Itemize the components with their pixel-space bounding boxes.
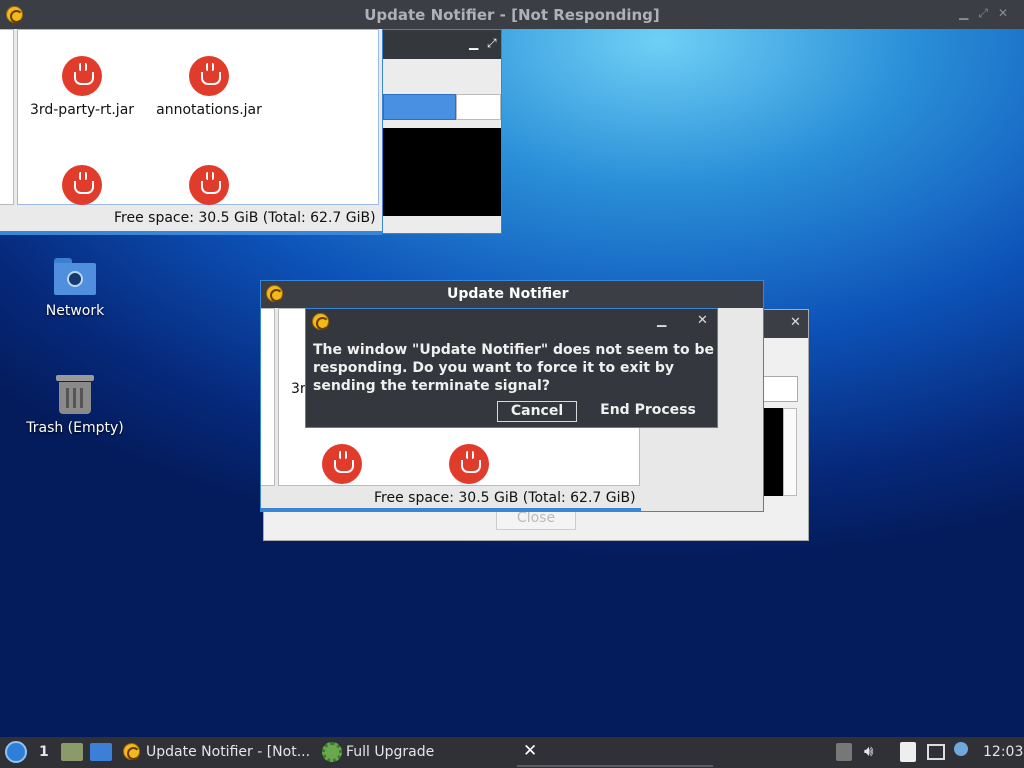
taskbar-item-label: Update Notifier - [Not... [146, 744, 311, 760]
maximize-icon[interactable]: ⤢ [487, 36, 497, 51]
file-list-pane[interactable]: 3rd-party-rt.jar annotations.jar [17, 29, 379, 205]
close-icon[interactable]: ✕ [998, 6, 1018, 20]
minimize-icon[interactable]: ▁ [657, 313, 666, 327]
update-notifier-icon [266, 285, 283, 302]
window-controls[interactable]: ▁⤢✕ [959, 6, 1018, 21]
start-menu-icon[interactable] [5, 741, 27, 763]
text-field[interactable] [762, 376, 798, 402]
close-icon[interactable]: ✕ [697, 313, 708, 328]
window-edge [261, 508, 641, 511]
taskbar-item-update-notifier[interactable]: Update Notifier - [Not... [117, 737, 313, 768]
side-pane [261, 308, 275, 486]
side-pane [0, 29, 14, 205]
update-notifier-icon [123, 743, 140, 760]
free-space-status: Free space: 30.5 GiB (Total: 62.7 GiB) [374, 490, 636, 506]
cancel-button[interactable]: Cancel [497, 401, 577, 422]
close-icon[interactable]: ✕ [523, 741, 537, 761]
tray-arrow-icon[interactable] [836, 743, 852, 761]
scrollbar[interactable] [783, 408, 797, 496]
maximize-icon[interactable]: ⤢ [978, 6, 998, 20]
network-folder-icon[interactable] [54, 258, 96, 296]
show-desktop-icon[interactable] [90, 743, 112, 761]
progress-bar-track [456, 94, 501, 120]
file-manager-launcher-icon[interactable] [61, 743, 83, 761]
upgrade-window-partial: ▁ ⤢ [382, 29, 502, 234]
java-jar-icon[interactable] [322, 444, 362, 484]
notifier-titlebar[interactable]: Update Notifier [261, 281, 763, 308]
file-manager-window: 3rd-party-rt.jar annotations.jar Free sp… [0, 29, 382, 235]
java-jar-icon[interactable] [189, 56, 229, 96]
file-label[interactable]: 3r [291, 381, 306, 397]
clock[interactable]: 12:03 [983, 744, 1023, 760]
terminal-output[interactable] [383, 128, 501, 216]
java-jar-icon[interactable] [62, 165, 102, 205]
trash-label[interactable]: Trash (Empty) [15, 420, 135, 436]
minimize-icon[interactable]: ▁ [959, 6, 978, 20]
taskbar-item-full-upgrade[interactable]: Full Upgrade [318, 737, 438, 768]
java-jar-icon[interactable] [62, 56, 102, 96]
taskbar-item-active[interactable]: ✕ [517, 739, 713, 767]
java-jar-icon[interactable] [449, 444, 489, 484]
free-space-status: Free space: 30.5 GiB (Total: 62.7 GiB) [114, 210, 376, 226]
network-label[interactable]: Network [25, 303, 125, 319]
update-available-icon[interactable] [954, 742, 968, 756]
taskbar: 1 Update Notifier - [Not... Full Upgrade… [0, 737, 1024, 768]
volume-icon[interactable]: 🔊︎ [864, 742, 873, 760]
minimize-icon[interactable]: ▁ [469, 36, 478, 50]
network-status-icon[interactable] [927, 744, 945, 760]
window-title: Update Notifier - [Not Responding] [364, 6, 660, 24]
end-process-button[interactable]: End Process [588, 401, 708, 422]
trash-icon[interactable] [56, 373, 94, 415]
workspace-switcher[interactable]: 1 [39, 744, 49, 760]
progress-bar-fill [383, 94, 456, 120]
notifier-title: Update Notifier [447, 286, 569, 302]
not-responding-dialog: ▁ ✕ The window "Update Notifier" does no… [305, 308, 718, 428]
taskbar-item-label: Full Upgrade [346, 744, 435, 760]
window-titlebar[interactable]: ▁ ⤢ [383, 30, 501, 59]
java-jar-icon[interactable] [189, 165, 229, 205]
top-title-bar[interactable]: Update Notifier - [Not Responding] ▁⤢✕ [0, 0, 1024, 29]
clipboard-icon[interactable] [900, 742, 916, 762]
alert-message: The window "Update Notifier" does not se… [313, 342, 714, 394]
update-notifier-icon [312, 313, 329, 330]
file-label[interactable]: 3rd-party-rt.jar [22, 102, 142, 118]
close-icon[interactable]: ✕ [790, 315, 801, 330]
gear-icon [322, 742, 342, 762]
file-label[interactable]: annotations.jar [149, 102, 269, 118]
